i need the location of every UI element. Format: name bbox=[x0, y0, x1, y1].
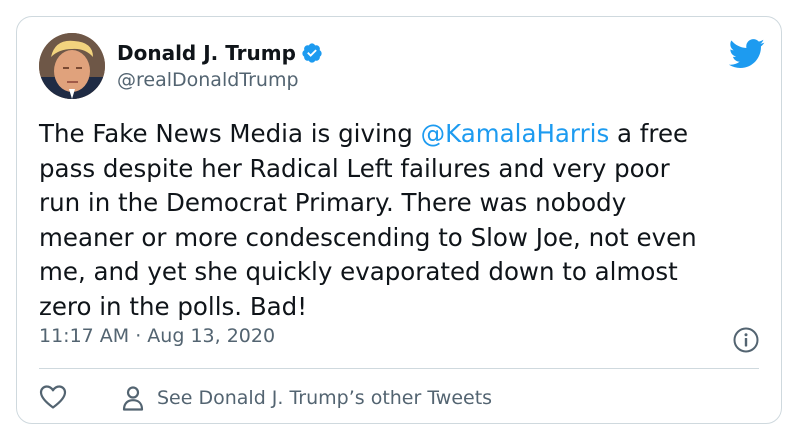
tweet-text: The Fake News Media is giving @KamalaHar… bbox=[39, 117, 769, 324]
info-icon[interactable] bbox=[733, 327, 759, 353]
person-icon bbox=[122, 386, 144, 411]
tweet-line: meaner or more condescending to Slow Joe… bbox=[39, 222, 697, 252]
tweet-line: The Fake News Media is giving @KamalaHar… bbox=[39, 119, 689, 148]
divider bbox=[39, 368, 759, 369]
tweet-line: me, and yet she quickly evaporated down … bbox=[39, 257, 678, 286]
author-handle[interactable]: @realDonaldTrump bbox=[117, 69, 299, 91]
see-other-tweets-button[interactable]: See Donald J. Trump’s other Tweets bbox=[121, 383, 492, 413]
timestamp[interactable]: 11:17 AM · Aug 13, 2020 bbox=[39, 325, 275, 347]
avatar[interactable] bbox=[39, 33, 105, 99]
tweet-line: pass despite her Radical Left failures a… bbox=[39, 153, 670, 183]
author-name[interactable]: Donald J. Trump bbox=[117, 41, 296, 65]
tweet-line: run in the Democrat Primary. There was n… bbox=[39, 188, 627, 217]
twitter-bird-icon[interactable] bbox=[729, 39, 765, 69]
heart-icon[interactable] bbox=[39, 384, 67, 410]
see-other-tweets-label[interactable]: See Donald J. Trump’s other Tweets bbox=[157, 387, 492, 409]
tweet-card[interactable]: Donald J. Trump @realDonaldTrump The Fak… bbox=[16, 16, 782, 424]
verified-badge-icon bbox=[302, 43, 322, 63]
mention-link[interactable]: @KamalaHarris bbox=[421, 119, 610, 148]
tweet-line: zero in the polls. Bad! bbox=[39, 291, 308, 321]
